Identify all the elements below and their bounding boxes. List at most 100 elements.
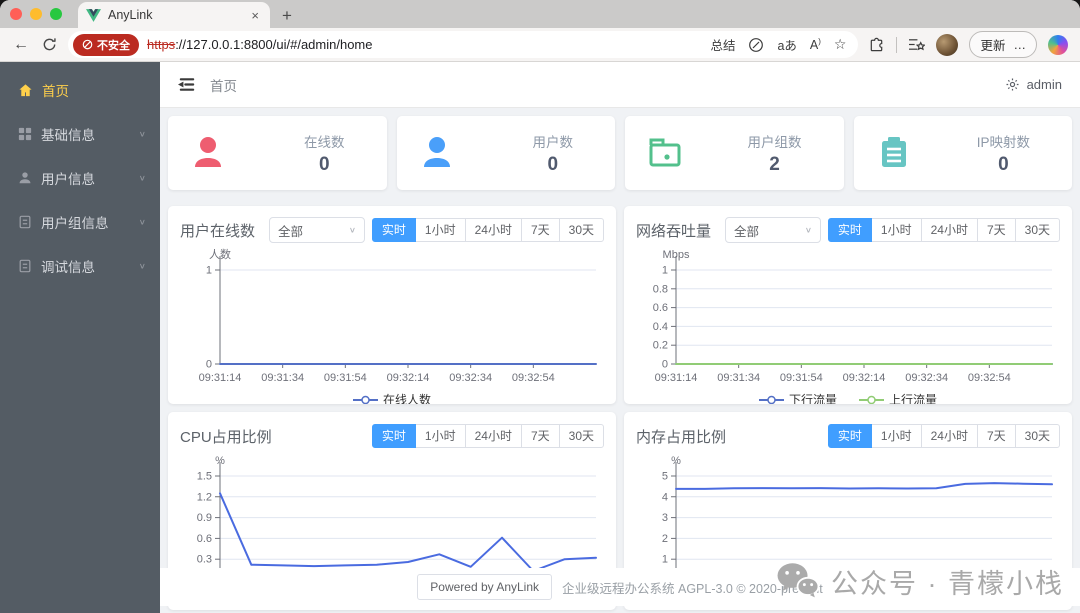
read-aloud-icon[interactable]: A)	[810, 37, 821, 52]
close-tab-icon[interactable]: ×	[248, 8, 262, 23]
svg-text:09:32:34: 09:32:34	[905, 372, 948, 384]
chevron-down-icon: ∨	[138, 173, 146, 183]
range-button-1[interactable]: 1小时	[870, 424, 922, 448]
svg-text:1.5: 1.5	[197, 471, 212, 483]
browser-tab[interactable]: AnyLink ×	[78, 2, 270, 28]
range-button-4[interactable]: 30天	[558, 424, 604, 448]
range-button-group: 实时 1小时 24小时 7天 30天	[371, 424, 604, 448]
range-button-4[interactable]: 30天	[558, 218, 604, 242]
range-button-1[interactable]: 1小时	[414, 424, 466, 448]
range-button-4[interactable]: 30天	[1014, 218, 1060, 242]
zoom-window-button[interactable]	[50, 8, 62, 20]
range-select[interactable]: 全部 ∨	[269, 217, 366, 243]
user-icon	[19, 172, 31, 184]
refresh-icon[interactable]	[40, 36, 58, 54]
compose-icon[interactable]	[748, 37, 764, 53]
range-button-0[interactable]: 实时	[371, 218, 416, 242]
sidebar: 首页 基础信息 ∨ 用户信息 ∨ 用户组信息 ∨ 调试信息 ∨	[0, 62, 160, 613]
sidebar-item-debug-info[interactable]: 调试信息 ∨	[0, 244, 160, 288]
charts-row-1: 用户在线数 全部 ∨ 实时 1小时 24小时 7天 30天 人数 1 0 09:31:14 09:…	[168, 206, 1072, 404]
new-tab-button[interactable]: +	[282, 7, 292, 24]
legend-item[interactable]: 在线人数	[352, 391, 431, 404]
back-icon[interactable]: ←	[12, 36, 30, 54]
svg-text:5: 5	[662, 471, 668, 483]
svg-text:09:31:34: 09:31:34	[261, 372, 304, 384]
range-button-0[interactable]: 实时	[827, 424, 872, 448]
svg-text:09:32:14: 09:32:14	[843, 372, 886, 384]
divider	[896, 36, 898, 53]
minimize-window-button[interactable]	[30, 8, 42, 20]
grid-icon	[18, 127, 32, 141]
more-icon[interactable]: …	[1014, 38, 1027, 52]
username[interactable]: admin	[1027, 77, 1062, 92]
summarize-button[interactable]: 总结	[710, 35, 735, 54]
svg-text:0.4: 0.4	[653, 321, 668, 333]
copilot-icon[interactable]	[1048, 34, 1068, 55]
svg-text:09:31:34: 09:31:34	[717, 372, 760, 384]
range-button-3[interactable]: 7天	[976, 424, 1016, 448]
range-button-2[interactable]: 24小时	[920, 424, 978, 448]
svg-text:09:32:14: 09:32:14	[387, 372, 430, 384]
update-browser-button[interactable]: 更新 …	[969, 31, 1037, 58]
chart-card-network-throughput: 网络吞吐量 全部 ∨ 实时 1小时 24小时 7天 30天 Mbps 1 0.8 0.6 0.4 0…	[624, 206, 1072, 404]
gear-icon[interactable]	[1005, 77, 1020, 92]
sidebar-item-user-group-info[interactable]: 用户组信息 ∨	[0, 200, 160, 244]
range-button-2[interactable]: 24小时	[920, 218, 978, 242]
sidebar-item-user-info[interactable]: 用户信息 ∨	[0, 156, 160, 200]
svg-text:09:32:54: 09:32:54	[512, 372, 555, 384]
clipboard-icon	[881, 137, 906, 167]
line-chart-svg: Mbps10.80.60.40.2009:31:14 09:31:34 09:31:…	[653, 249, 1053, 384]
range-button-1[interactable]: 1小时	[414, 218, 466, 242]
svg-text:4: 4	[662, 491, 668, 503]
svg-text:0.3: 0.3	[197, 554, 212, 566]
svg-text:0: 0	[662, 359, 668, 371]
profile-avatar[interactable]	[936, 33, 959, 56]
range-button-2[interactable]: 24小时	[464, 424, 522, 448]
svg-text:09:31:14: 09:31:14	[655, 372, 698, 384]
address-bar[interactable]: 不安全 https://127.0.0.1:8800/ui/#/admin/ho…	[68, 31, 859, 58]
collapse-menu-icon[interactable]	[178, 77, 196, 92]
favorite-star-icon[interactable]: ☆	[834, 36, 847, 53]
svg-text:09:31:54: 09:31:54	[780, 372, 823, 384]
range-button-0[interactable]: 实时	[371, 424, 416, 448]
svg-text:1: 1	[662, 265, 668, 277]
extensions-icon[interactable]	[868, 36, 885, 53]
svg-text:09:31:14: 09:31:14	[199, 372, 242, 384]
blocked-icon	[82, 39, 93, 50]
translate-icon[interactable]: aあ	[777, 35, 796, 54]
range-button-group: 实时 1小时 24小时 7天 30天	[827, 218, 1060, 242]
chart-card-users-online: 用户在线数 全部 ∨ 实时 1小时 24小时 7天 30天 人数 1 0 09:31:14 09:…	[168, 206, 616, 404]
range-button-1[interactable]: 1小时	[870, 218, 922, 242]
home-icon	[19, 83, 32, 96]
browser-toolbar: ← 不安全 https://127.0.0.1:8800/ui/#/admin/…	[0, 28, 1080, 62]
legend-item[interactable]: 下行流量	[758, 391, 837, 404]
svg-text:0.9: 0.9	[197, 512, 212, 524]
sidebar-item-basic-info[interactable]: 基础信息 ∨	[0, 112, 160, 156]
range-button-4[interactable]: 30天	[1014, 424, 1060, 448]
range-button-3[interactable]: 7天	[520, 424, 560, 448]
svg-text:0: 0	[206, 359, 212, 371]
favorites-bar-icon[interactable]	[908, 37, 926, 52]
svg-text:1: 1	[662, 554, 668, 566]
document-icon	[19, 215, 31, 229]
url-text: https://127.0.0.1:8800/ui/#/admin/home	[147, 37, 373, 52]
range-button-0[interactable]: 实时	[827, 218, 872, 242]
range-select[interactable]: 全部 ∨	[725, 217, 822, 243]
sidebar-item-home[interactable]: 首页	[0, 68, 160, 112]
line-chart-svg: 人数1009:31:14 09:31:34 09:31:54 09:32:14 09:3…	[199, 248, 597, 384]
not-secure-badge[interactable]: 不安全	[73, 33, 139, 56]
chart-area: 人数 1 0 09:31:14 09:31:34 09:31:54 09:32:14 09:3…	[180, 246, 604, 404]
range-button-3[interactable]: 7天	[520, 218, 560, 242]
legend-item[interactable]: 上行流量	[859, 391, 937, 404]
svg-text:0.6: 0.6	[197, 533, 212, 545]
powered-by-link[interactable]: Powered by AnyLink	[417, 574, 553, 600]
range-button-group: 实时 1小时 24小时 7天 30天	[371, 218, 604, 242]
chevron-down-icon: ∨	[804, 225, 813, 235]
svg-text:09:32:54: 09:32:54	[968, 372, 1011, 384]
range-button-2[interactable]: 24小时	[464, 218, 522, 242]
close-window-button[interactable]	[10, 8, 22, 20]
stat-card-user-groups: 用户组数 2	[625, 116, 844, 190]
chevron-down-icon: ∨	[138, 261, 146, 271]
chart-title: CPU占用比例	[180, 428, 272, 446]
range-button-3[interactable]: 7天	[976, 218, 1016, 242]
